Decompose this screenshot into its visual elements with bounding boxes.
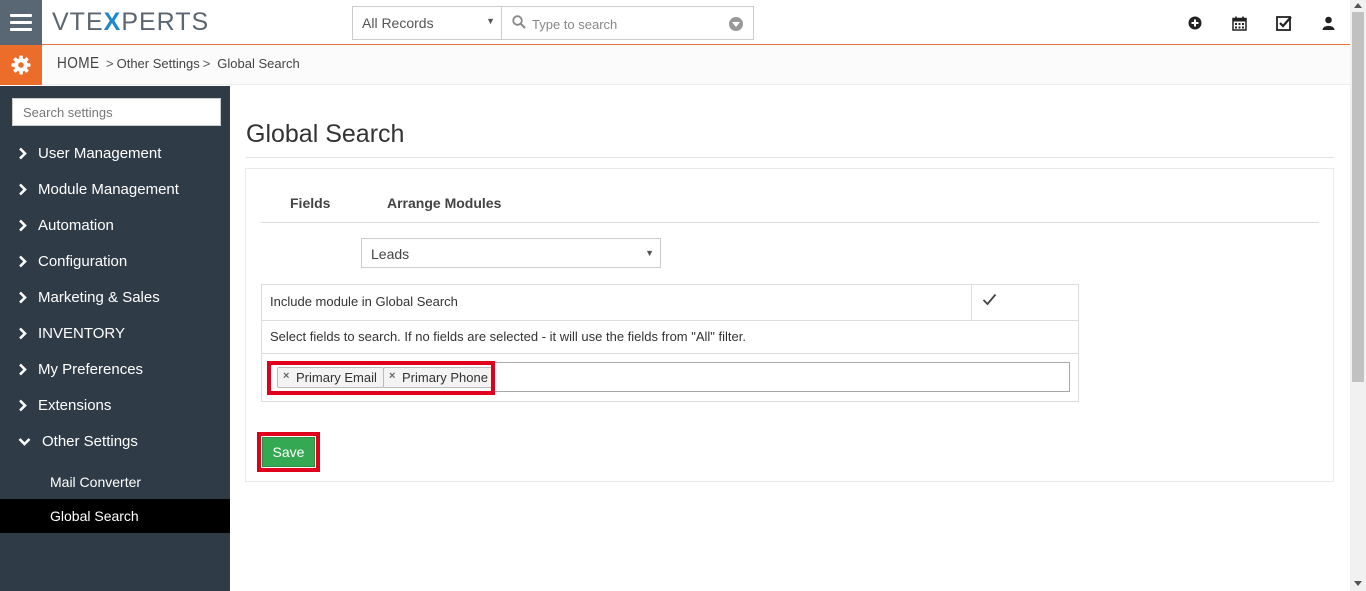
sidebar-item-other-settings[interactable]: Other Settings: [0, 423, 230, 459]
chevron-right-icon: [0, 147, 38, 160]
divider: [261, 222, 1319, 223]
sidebar-item-label: Marketing & Sales: [38, 288, 160, 306]
include-module-label: Include module in Global Search: [270, 294, 458, 309]
breadcrumb-global-search: Global Search: [217, 56, 300, 71]
page-title: Global Search: [246, 120, 405, 148]
chevron-right-icon: [0, 219, 38, 232]
fields-help-row: Select fields to search. If no fields ar…: [262, 321, 1078, 354]
sidebar-item-inventory[interactable]: INVENTORY: [0, 315, 230, 351]
sidebar-item-marketing-sales[interactable]: Marketing & Sales: [0, 279, 230, 315]
breadcrumb-other-settings[interactable]: Other Settings: [117, 56, 200, 71]
module-select-value: Leads: [371, 246, 410, 262]
records-select-value: All Records: [362, 15, 434, 31]
breadcrumb: HOME > Other Settings > Global Search: [57, 55, 300, 73]
sidebar-subitem-label: Global Search: [50, 508, 139, 524]
menu-icon[interactable]: [0, 0, 42, 45]
caret-down-icon: ▼: [645, 248, 654, 258]
global-search-box: [502, 6, 754, 40]
chevron-right-icon: [0, 327, 38, 340]
sidebar-item-label: Module Management: [38, 180, 179, 198]
sidebar-item-label: My Preferences: [38, 360, 144, 378]
breadcrumb-separator: >: [202, 56, 211, 71]
breadcrumb-home[interactable]: HOME: [57, 55, 100, 73]
sidebar-subitem-label: Mail Converter: [50, 474, 142, 490]
tab-arrange-modules[interactable]: Arrange Modules: [387, 195, 501, 211]
include-module-row: Include module in Global Search: [262, 285, 1078, 321]
include-module-checkbox[interactable]: [982, 293, 997, 306]
chevron-right-icon: [0, 183, 38, 196]
sidebar-item-label: Automation: [38, 216, 114, 234]
calendar-icon[interactable]: [1230, 14, 1248, 32]
sidebar-item-label: INVENTORY: [38, 324, 125, 342]
sidebar-subitem-mail-converter[interactable]: Mail Converter: [0, 465, 230, 499]
scrollbar-thumb[interactable]: [1352, 12, 1364, 382]
chevron-right-icon: [0, 363, 38, 376]
global-search-input[interactable]: [532, 13, 722, 35]
sidebar-item-my-preferences[interactable]: My Preferences: [0, 351, 230, 387]
scroll-down-icon[interactable]: [1354, 581, 1362, 586]
logo: VTEXPERTS: [52, 8, 210, 36]
search-options-icon[interactable]: [729, 17, 743, 31]
chevron-right-icon: [0, 255, 38, 268]
breadcrumb-bar: HOME > Other Settings > Global Search: [0, 45, 1350, 85]
sidebar-subitem-global-search[interactable]: Global Search: [0, 499, 230, 533]
chevron-right-icon: [0, 399, 38, 412]
sidebar-item-label: Configuration: [38, 252, 128, 270]
scroll-up-icon[interactable]: [1354, 3, 1362, 8]
sidebar-item-extensions[interactable]: Extensions: [0, 387, 230, 423]
highlight-frame-save: [257, 432, 320, 472]
search-icon: [512, 15, 526, 29]
sidebar-item-label: User Management: [38, 144, 162, 162]
fields-help-text: Select fields to search. If no fields ar…: [270, 329, 746, 344]
records-select[interactable]: All Records ▼: [352, 6, 502, 40]
sidebar-item-label: Extensions: [38, 396, 112, 414]
caret-down-icon: ▼: [486, 16, 495, 26]
include-module-cell: [971, 285, 1078, 320]
tab-fields[interactable]: Fields: [290, 195, 330, 211]
add-icon[interactable]: [1186, 14, 1204, 32]
sidebar-item-automation[interactable]: Automation: [0, 207, 230, 243]
user-icon[interactable]: [1319, 14, 1337, 32]
settings-search-input[interactable]: [12, 98, 221, 126]
module-select[interactable]: Leads ▼: [361, 238, 661, 268]
sidebar-item-module-management[interactable]: Module Management: [0, 171, 230, 207]
chevron-down-icon: [0, 437, 42, 446]
chevron-right-icon: [0, 291, 38, 304]
sidebar-item-label: Other Settings: [42, 432, 138, 450]
gear-icon[interactable]: [0, 45, 42, 85]
sidebar-item-configuration[interactable]: Configuration: [0, 243, 230, 279]
breadcrumb-separator: >: [106, 56, 114, 71]
divider: [246, 157, 1334, 158]
task-check-icon[interactable]: [1275, 14, 1293, 32]
top-bar: VTEXPERTS All Records ▼: [0, 0, 1366, 45]
highlight-frame-fields: [267, 361, 495, 395]
sidebar-item-user-management[interactable]: User Management: [0, 135, 230, 171]
